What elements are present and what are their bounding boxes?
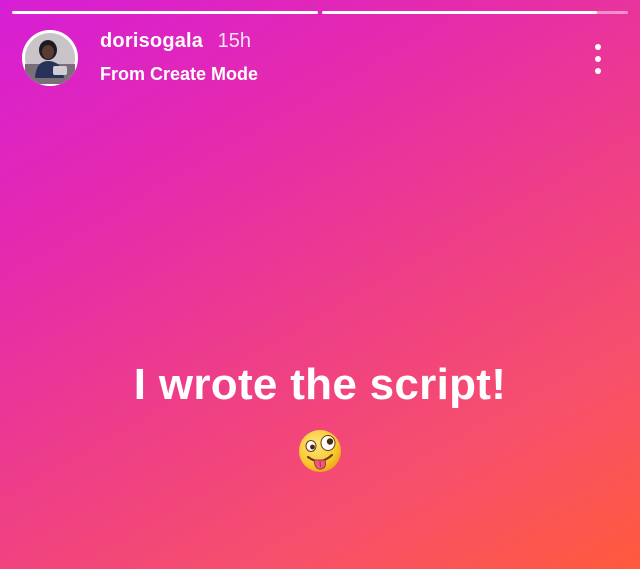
progress-segment (322, 11, 628, 14)
user-line: dorisogala 15h (100, 30, 251, 53)
create-mode-label[interactable]: From Create Mode (100, 64, 258, 85)
story-caption: I wrote the script! (133, 360, 507, 409)
progress-segment (12, 11, 318, 14)
story-viewer[interactable]: dorisogala 15h From Create Mode I wrote … (0, 0, 640, 569)
username[interactable]: dorisogala (100, 30, 203, 52)
story-progress-bar (12, 11, 628, 14)
story-header: dorisogala 15h From Create Mode (22, 30, 618, 86)
more-dot (595, 56, 601, 62)
more-vertical-icon[interactable] (592, 44, 604, 74)
avatar[interactable] (22, 30, 78, 86)
more-dot (595, 44, 601, 50)
progress-segment-fill (322, 11, 598, 14)
progress-segment-fill (12, 11, 318, 14)
more-dot (595, 68, 601, 74)
zany-face-icon (299, 430, 341, 472)
avatar-photo (22, 30, 78, 86)
timestamp: 15h (217, 30, 251, 52)
